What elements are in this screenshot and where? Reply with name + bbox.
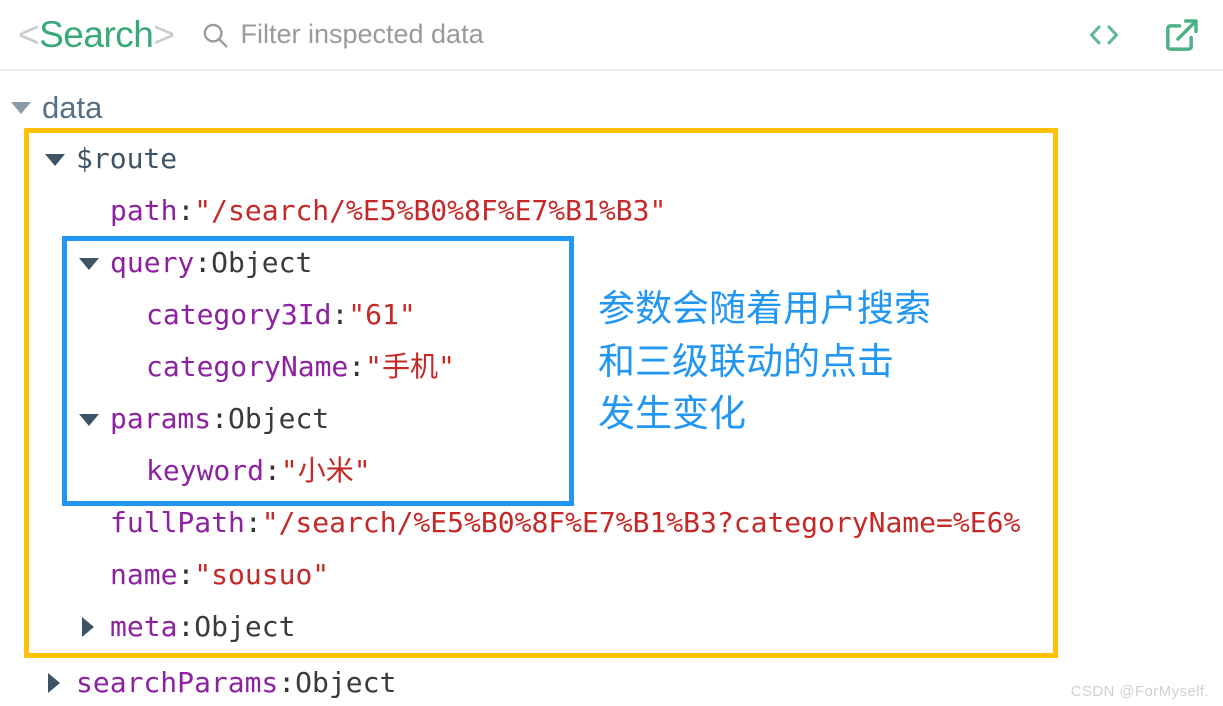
property-value-params: Object — [228, 402, 330, 435]
property-key-category3Id: category3Id — [146, 298, 332, 331]
property-key-categoryName: categoryName — [146, 350, 349, 383]
angle-bracket-close-icon: > — [153, 14, 175, 55]
property-key-fullPath: fullPath — [110, 506, 245, 539]
component-name-text: Search — [39, 14, 154, 55]
tree-row-path[interactable]: path: "/search/%E5%B0%8F%E7%B1%B3" — [0, 185, 666, 237]
property-value-path: "/search/%E5%B0%8F%E7%B1%B3" — [194, 194, 667, 227]
property-value-fullPath: "/search/%E5%B0%8F%E7%B1%B3?categoryName… — [261, 506, 1021, 539]
open-in-editor-button[interactable] — [1161, 14, 1203, 56]
tree-node-label-route: $route — [76, 142, 178, 175]
property-key-name: name — [110, 558, 178, 591]
key-separator: : — [264, 454, 281, 487]
key-separator: : — [177, 194, 195, 227]
property-key-meta: meta — [110, 610, 178, 643]
tree-row-params[interactable]: params: Object — [0, 393, 329, 445]
property-value-name: "sousuo" — [194, 558, 330, 591]
key-separator: : — [348, 350, 366, 383]
property-key-path: path — [110, 194, 178, 227]
filter-input[interactable] — [240, 19, 841, 50]
key-separator: : — [177, 610, 195, 643]
property-value-categoryName: "手机" — [365, 350, 455, 383]
watermark: CSDN @ForMyself. — [1070, 683, 1209, 700]
tree-row-category3Id[interactable]: category3Id: "61" — [0, 289, 416, 341]
tree-row-keyword[interactable]: keyword: "小米" — [0, 445, 371, 497]
tree-row-data[interactable]: data — [0, 81, 102, 133]
key-separator: : — [177, 558, 195, 591]
search-icon — [198, 18, 232, 52]
expand-caret-icon[interactable] — [8, 94, 34, 120]
view-source-code-button[interactable] — [1083, 14, 1125, 56]
tree-row-meta[interactable]: meta: Object — [0, 601, 295, 653]
key-separator: : — [244, 506, 262, 539]
toolbar-actions — [1083, 14, 1223, 56]
property-value-searchParams: Object — [295, 666, 397, 699]
property-value-category3Id: "61" — [348, 298, 416, 331]
tree-row-query[interactable]: query: Object — [0, 237, 312, 289]
tree-row-categoryName[interactable]: categoryName: "手机" — [0, 341, 455, 393]
collapse-caret-icon[interactable] — [42, 670, 68, 696]
key-separator: : — [278, 666, 296, 699]
expand-caret-icon[interactable] — [76, 250, 102, 276]
collapse-caret-icon[interactable] — [76, 614, 102, 640]
tree-root-label: data — [42, 89, 103, 125]
property-key-params: params — [110, 402, 212, 435]
property-key-keyword: keyword — [146, 454, 265, 487]
property-value-meta: Object — [194, 610, 296, 643]
tree-row-searchParams[interactable]: searchParams: Object — [0, 657, 396, 706]
property-value-query: Object — [211, 246, 313, 279]
key-separator: : — [211, 402, 229, 435]
annotation-text: 参数会随着用户搜索 和三级联动的点击 发生变化 — [598, 287, 931, 436]
key-separator: : — [331, 298, 349, 331]
property-key-query: query — [110, 246, 195, 279]
key-separator: : — [194, 246, 212, 279]
property-value-keyword: "小米" — [280, 454, 371, 487]
property-key-searchParams: searchParams — [76, 666, 279, 699]
inspected-component-name: <Search> — [18, 14, 175, 55]
tree-row-name[interactable]: name: "sousuo" — [0, 549, 329, 601]
expand-caret-icon[interactable] — [42, 146, 68, 172]
tree-row-fullPath[interactable]: fullPath: "/search/%E5%B0%8F%E7%B1%B3?ca… — [0, 497, 1020, 549]
expand-caret-icon[interactable] — [76, 406, 102, 432]
angle-bracket-open-icon: < — [18, 14, 40, 55]
inspector-toolbar: <Search> — [0, 0, 1223, 71]
tree-row-route[interactable]: $route — [0, 133, 177, 185]
